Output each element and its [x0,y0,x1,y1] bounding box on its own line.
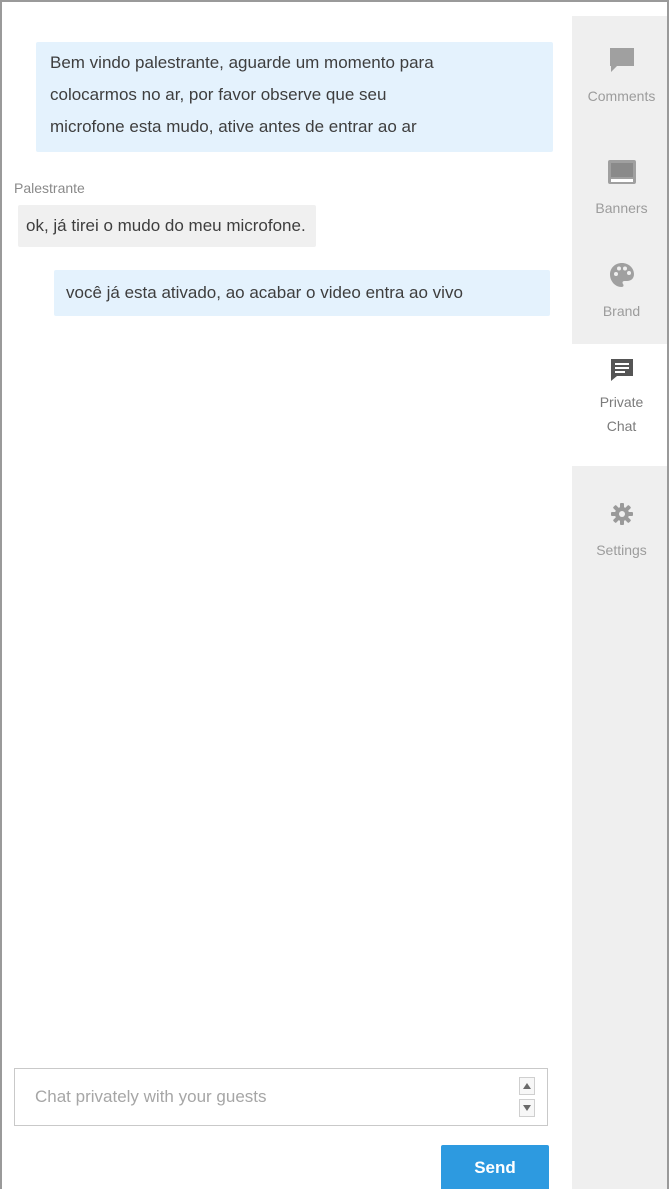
send-button[interactable]: Send [441,1145,549,1189]
sidebar-item-comments[interactable]: Comments [572,46,667,108]
message-own: Bem vindo palestrante, aguarde um moment… [36,42,553,152]
message-list[interactable]: Bem vindo palestrante, aguarde um moment… [2,2,570,1062]
comment-icon [607,46,637,74]
chat-input-box [14,1068,548,1126]
message-line: Bem vindo palestrante, aguarde um moment… [50,53,434,72]
sidebar-item-banners[interactable]: Banners [572,158,667,220]
sidebar-item-label: Banners [595,200,648,216]
sidebar-item-private-chat[interactable]: Private Chat [572,344,667,466]
palette-icon [607,261,637,289]
sidebar-item-label: Private Chat [599,394,644,434]
sidebar-item-label: Settings [596,542,647,558]
gear-icon [607,500,637,528]
input-spinner [519,1077,535,1117]
caret-down-icon [523,1105,531,1111]
chat-input[interactable] [15,1069,515,1125]
sidebar-item-brand[interactable]: Brand [572,261,667,323]
sidebar-item-label: Brand [602,303,641,319]
caret-up-icon [523,1083,531,1089]
message-own: você já esta ativado, ao acabar o video … [54,270,550,316]
private-chat-window: Bem vindo palestrante, aguarde um moment… [0,0,669,1189]
sidebar-item-settings[interactable]: Settings [572,500,667,562]
message-guest: ok, já tirei o mudo do meu microfone. [18,205,316,247]
chat-pane: Bem vindo palestrante, aguarde um moment… [2,2,570,1189]
message-line: microfone esta mudo, ative antes de entr… [50,117,417,136]
private-chat-icon [607,356,637,384]
banner-icon [607,158,637,186]
scroll-up-button[interactable] [519,1077,535,1095]
scroll-down-button[interactable] [519,1099,535,1117]
message-sender-name: Palestrante [14,180,85,196]
sidebar-item-label: Comments [587,88,656,104]
message-line: colocarmos no ar, por favor observe que … [50,85,387,104]
sidebar: Comments Banners Brand Private Chat Sett… [572,16,667,1189]
